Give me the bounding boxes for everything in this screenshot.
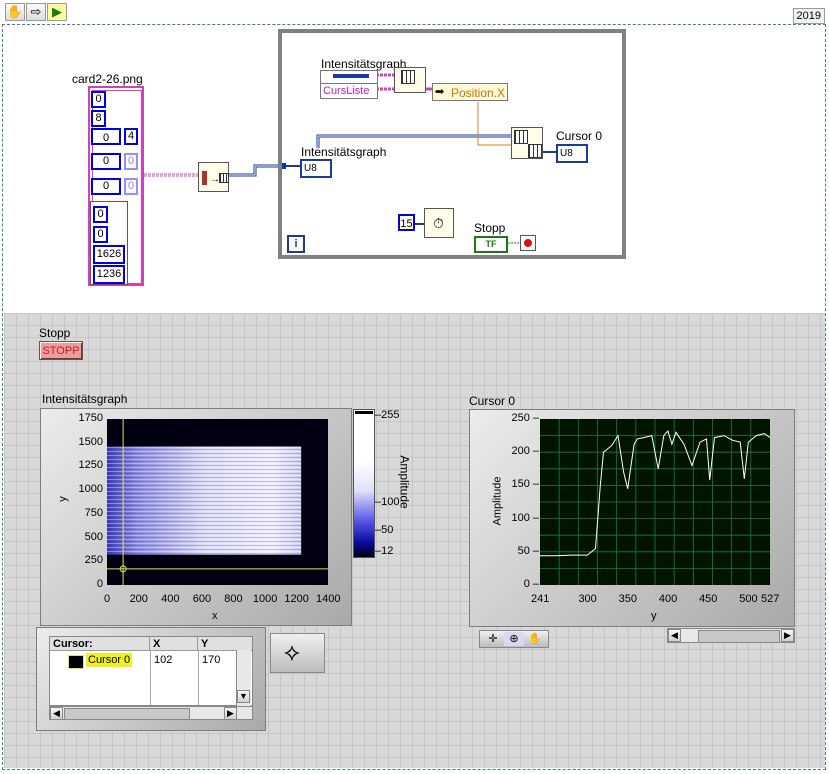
intensity-x-tick: 400 [161, 593, 180, 605]
intensity-x-tick: 1400 [316, 593, 341, 605]
intensity-x-tick: 800 [224, 593, 243, 605]
diamond-move-icon: ⟡ [284, 639, 300, 666]
scroll-right-icon[interactable]: ▶ [224, 707, 237, 720]
stop-label: Stopp [39, 326, 71, 340]
intensity-x-tick: 1200 [284, 593, 309, 605]
col-header-y: Y [198, 637, 252, 651]
index-array-node[interactable] [394, 67, 426, 93]
block-diagram: card2-26.png 0 8 0 4 0 0 0 0 0 0 1626 12… [0, 0, 829, 310]
cursor-x-value[interactable]: 102 [154, 653, 172, 667]
cursor-move-control[interactable]: ⟡ [270, 633, 325, 673]
scroll-down-icon[interactable]: ▼ [237, 690, 250, 703]
intensity-y-tick: 250 [84, 554, 103, 567]
crosshair-tool-icon[interactable]: ✛ [483, 632, 503, 646]
cursor0-y-tick: 0 – [523, 578, 539, 590]
cursor0-y-tick: 150 – [511, 478, 539, 491]
cursor-legend-table[interactable]: Cursor: X Y Cursor 0 102 170 [49, 636, 253, 706]
cursor0-y-tick: 100 – [511, 511, 539, 524]
intensity-plot-area[interactable] [107, 419, 328, 585]
graph-scroll-thumb[interactable] [698, 630, 780, 643]
colorbar-tick: –255 [375, 409, 400, 421]
intensity-x-axis-label: x [212, 610, 218, 622]
colorbar-tick: –100 [375, 496, 400, 508]
cursor0-x-tick: 527 [761, 593, 780, 605]
graph-h-scrollbar[interactable]: ◀ ▶ [667, 628, 795, 643]
image-to-array-node[interactable]: → [198, 162, 229, 192]
cursor0-x-tick: 241 [531, 593, 550, 605]
colorbar-top-marker [355, 411, 373, 414]
loop-condition[interactable] [520, 235, 536, 251]
cursor0-x-tick: 350 [618, 593, 638, 605]
amplitude-colorbar[interactable] [353, 409, 375, 558]
cursor0-y-tick: 50 – [517, 544, 539, 557]
cursor-y-value[interactable]: 170 [202, 653, 220, 667]
intensity-graph-terminal[interactable]: U8 [300, 159, 332, 178]
col-header-x: X [150, 637, 198, 651]
stop-terminal-label: Stopp [474, 221, 506, 235]
intensity-image-texture [107, 446, 302, 555]
colorbar-label: Amplitude [397, 455, 412, 509]
cursor0-y-tick: 200 – [511, 445, 539, 458]
cursor0-y-tick: 250 – [511, 412, 539, 424]
intensity-y-tick: 1250 [78, 459, 103, 472]
cursor0-x-axis-label: y [651, 610, 657, 622]
cursor0-graph-label: Cursor 0 [469, 394, 516, 408]
stop-terminal[interactable]: TF [474, 236, 508, 253]
intensity-terminal-label: Intensitätsgraph [301, 145, 387, 159]
index-2d-array-node[interactable] [511, 127, 543, 159]
intensity-x-tick: 1000 [252, 593, 278, 605]
cursor0-x-tick: 500 [739, 593, 758, 605]
intensity-x-tick: 600 [192, 593, 212, 605]
cursor0-indicator-terminal[interactable]: U8 [556, 144, 588, 163]
cursor0-x-tick: 400 [658, 593, 678, 605]
intensity-y-tick: 1500 [78, 435, 103, 448]
legend-h-scrollbar[interactable]: ◀ ▶ [49, 706, 253, 720]
cursor0-x-tick: 450 [699, 593, 718, 605]
intensity-y-tick: 1000 [78, 483, 103, 496]
zoom-tool-icon[interactable]: ⊕ [504, 632, 524, 646]
cursor0-y-axis-label: Amplitude [491, 476, 504, 526]
intensity-y-tick: 1750 [78, 412, 103, 424]
cursor0-plot-area[interactable] [540, 419, 770, 585]
stop-button[interactable]: STOPP [39, 341, 83, 360]
colorbar-tick: –50 [375, 524, 394, 536]
scroll-left-icon[interactable]: ◀ [50, 707, 63, 720]
intensity-y-tick: 500 [84, 530, 103, 543]
intensity-x-tick: 200 [129, 593, 148, 605]
cursor0-x-tick: 300 [578, 593, 597, 605]
graph-scroll-left-icon[interactable]: ◀ [668, 629, 681, 642]
intensity-y-axis-label: y [56, 496, 69, 502]
clock-icon: ⏱ [433, 215, 444, 231]
legend-v-scrollbar[interactable]: ▼ [236, 650, 251, 706]
intensity-y-tick: 0 [96, 578, 103, 590]
intensity-y-tick: 750 [84, 506, 103, 519]
cursor-name[interactable]: Cursor 0 [86, 653, 133, 667]
cursor0-indicator-label: Cursor 0 [556, 129, 603, 143]
curs-liste-property[interactable]: CursListe [320, 83, 378, 99]
graph-palette: ✛ ⊕ ✋ [479, 630, 549, 648]
wait-node[interactable]: ⏱ [424, 208, 454, 238]
intensity-graph-label: Intensitätsgraph [42, 392, 128, 406]
wait-ms-constant[interactable]: 15 [398, 214, 415, 231]
unbundle-arrow-icon: ➡ [435, 86, 445, 98]
iteration-terminal: i [287, 235, 305, 253]
colorbar-tick: –12 [375, 545, 394, 557]
col-header-cursor: Cursor: [50, 637, 150, 651]
stop-condition-icon [524, 239, 532, 247]
intensity-x-tick: 0 [104, 593, 111, 605]
pan-tool-icon[interactable]: ✋ [525, 632, 545, 646]
cursor-crosshair-icon [68, 655, 84, 669]
scroll-thumb[interactable] [64, 708, 190, 720]
graph-scroll-right-icon[interactable]: ▶ [781, 629, 794, 642]
